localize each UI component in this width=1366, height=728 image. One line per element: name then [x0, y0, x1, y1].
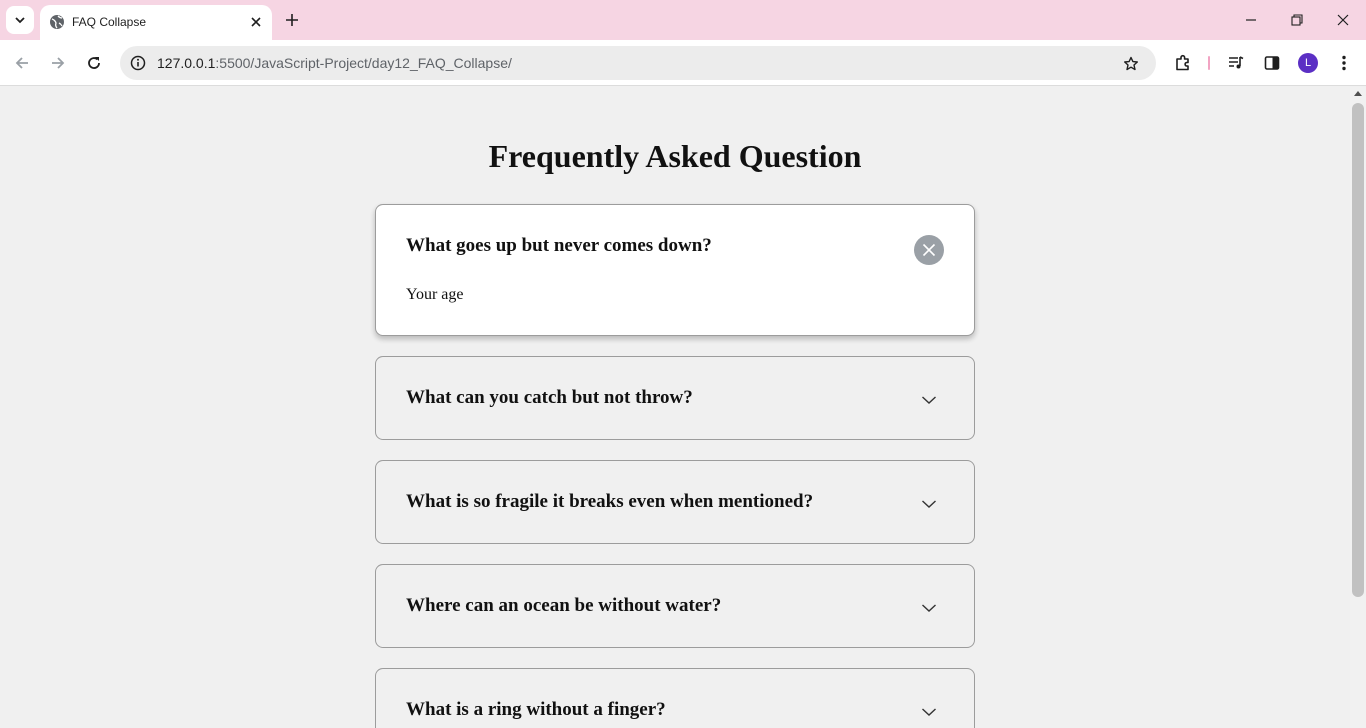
arrow-left-icon	[15, 57, 28, 69]
plus-icon	[286, 14, 298, 26]
chevron-down-icon	[922, 500, 936, 508]
faq-question: What is so fragile it breaks even when m…	[406, 491, 814, 512]
faq-question: What goes up but never comes down?	[406, 235, 712, 256]
faq-item[interactable]: What is a ring without a finger?	[375, 668, 975, 728]
tab-strip: FAQ Collapse	[0, 0, 1366, 40]
chevron-down-icon	[922, 604, 936, 612]
star-icon	[1124, 56, 1138, 71]
vertical-scrollbar[interactable]	[1350, 87, 1366, 728]
side-panel-icon	[1264, 56, 1280, 70]
bookmark-button[interactable]	[1120, 53, 1142, 75]
minimize-icon	[1246, 19, 1256, 21]
faq-question: What can you catch but not throw?	[406, 387, 693, 408]
forward-button[interactable]	[46, 51, 70, 75]
browser-toolbar: 127.0.0.1:5500/JavaScript-Project/day12_…	[0, 40, 1366, 86]
close-icon	[922, 243, 936, 257]
tab-search-button[interactable]	[6, 6, 34, 34]
minimize-button[interactable]	[1239, 8, 1263, 32]
arrow-right-icon	[52, 57, 65, 69]
active-tab[interactable]: FAQ Collapse	[40, 5, 272, 40]
url-path: :5500/JavaScript-Project/day12_FAQ_Colla…	[215, 55, 512, 71]
faq-close-button[interactable]	[914, 235, 944, 265]
faq-expand-button[interactable]	[914, 489, 944, 519]
chevron-down-icon	[922, 396, 936, 404]
faq-answer: Your age	[406, 286, 464, 303]
extensions-button[interactable]	[1171, 51, 1195, 75]
site-info-button[interactable]	[128, 53, 148, 73]
faq-question: What is a ring without a finger?	[406, 699, 666, 720]
restore-button[interactable]	[1285, 8, 1309, 32]
back-button[interactable]	[10, 51, 34, 75]
url-text[interactable]: 127.0.0.1:5500/JavaScript-Project/day12_…	[157, 55, 512, 71]
playlist-music-icon	[1229, 56, 1244, 69]
faq-expand-button[interactable]	[914, 593, 944, 623]
side-panel-button[interactable]	[1260, 51, 1284, 75]
faq-item[interactable]: What goes up but never comes down? Your …	[375, 204, 975, 336]
info-icon	[130, 55, 146, 71]
chevron-down-icon	[922, 708, 936, 716]
scrollbar-thumb[interactable]	[1352, 103, 1364, 597]
close-window-button[interactable]	[1331, 8, 1355, 32]
faq-item[interactable]: What can you catch but not throw?	[375, 356, 975, 440]
faq-expand-button[interactable]	[914, 697, 944, 727]
faq-item[interactable]: Where can an ocean be without water?	[375, 564, 975, 648]
faq-question: Where can an ocean be without water?	[406, 595, 722, 616]
faq-expand-button[interactable]	[914, 385, 944, 415]
page-title: Frequently Asked Question	[488, 138, 862, 174]
browser-menu-button[interactable]	[1332, 51, 1356, 75]
profile-avatar[interactable]: L	[1298, 53, 1318, 73]
page-viewport: Frequently Asked Question What goes up b…	[0, 87, 1350, 728]
reload-button[interactable]	[82, 51, 106, 75]
tab-close-button[interactable]	[246, 12, 266, 32]
tab-title: FAQ Collapse	[72, 15, 147, 29]
scroll-up-arrow-icon[interactable]	[1354, 91, 1362, 96]
toolbar-divider	[1208, 56, 1210, 70]
puzzle-icon	[1176, 54, 1189, 71]
url-host: 127.0.0.1	[157, 55, 216, 71]
address-bar[interactable]: 127.0.0.1:5500/JavaScript-Project/day12_…	[120, 46, 1156, 80]
close-icon	[1337, 14, 1349, 26]
close-icon	[251, 17, 261, 27]
globe-icon	[50, 15, 64, 29]
more-vertical-icon	[1342, 55, 1346, 71]
new-tab-button[interactable]	[280, 8, 304, 32]
faq-item[interactable]: What is so fragile it breaks even when m…	[375, 460, 975, 544]
media-control-button[interactable]	[1224, 51, 1248, 75]
restore-icon	[1291, 14, 1303, 26]
reload-icon	[88, 57, 100, 69]
chevron-down-icon	[15, 17, 25, 24]
